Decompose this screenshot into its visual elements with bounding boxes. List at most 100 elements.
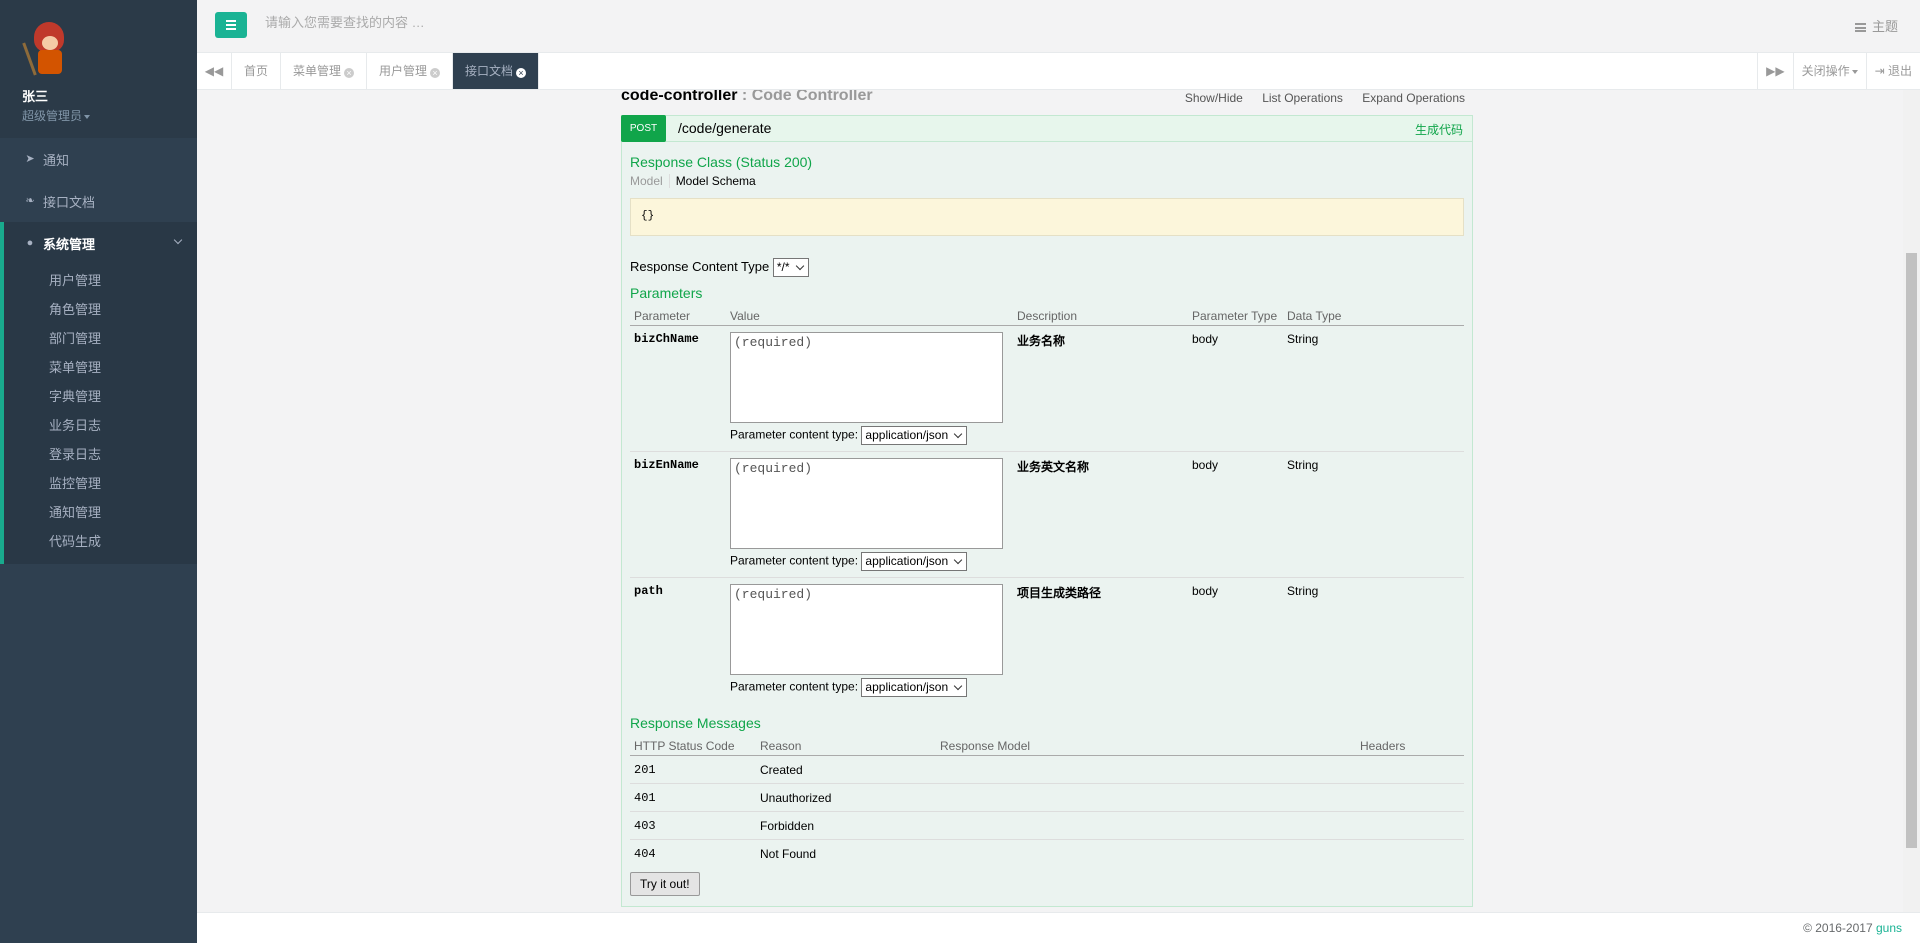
tab-label: 首页 bbox=[244, 64, 269, 78]
param-content-type: Parameter content type: application/json bbox=[730, 678, 1009, 697]
col-reason: Reason bbox=[756, 735, 936, 756]
param-content-type: Parameter content type: application/json bbox=[730, 552, 1009, 571]
sidebar-subitem-monitor[interactable]: 监控管理 bbox=[4, 469, 197, 498]
param-content-type-select[interactable]: application/json bbox=[861, 426, 968, 445]
brand-link[interactable]: guns bbox=[1876, 921, 1902, 935]
theme-button[interactable]: 主题 bbox=[1854, 16, 1898, 35]
sidebar-subitem-codegen[interactable]: 代码生成 bbox=[4, 527, 197, 556]
tab-api-docs[interactable]: 接口文档 × bbox=[453, 53, 540, 89]
param-content-type-label: Parameter content type: bbox=[730, 553, 859, 568]
response-class-title: Response Class (Status 200) bbox=[630, 154, 813, 170]
tab-menu-management[interactable]: 菜单管理 × bbox=[281, 53, 368, 89]
tab-label: 菜单管理 bbox=[293, 64, 342, 78]
param-value-input[interactable] bbox=[730, 458, 1003, 549]
close-operations-dropdown[interactable]: 关闭操作 bbox=[1792, 53, 1866, 89]
sidebar-nav: ➤ 通知 ❧ 接口文档 ● 系统管理 用户管理 角色管理 部门管理 菜单管理 字… bbox=[0, 138, 197, 564]
vertical-scrollbar[interactable] bbox=[1903, 90, 1920, 912]
status-code: 403 bbox=[630, 811, 756, 840]
sidebar-item-system-management[interactable]: ● 系统管理 bbox=[0, 222, 197, 264]
close-icon[interactable]: × bbox=[516, 68, 527, 78]
col-parameter-type: Parameter Type bbox=[1188, 305, 1283, 326]
operation-header[interactable]: POST /code/generate 生成代码 bbox=[621, 115, 1472, 142]
param-content-type-label: Parameter content type: bbox=[730, 679, 859, 694]
sidebar-subitem-login-log[interactable]: 登录日志 bbox=[4, 440, 197, 469]
leaf-icon: ❧ bbox=[25, 195, 35, 207]
table-row: path Parameter content type: application… bbox=[630, 578, 1464, 704]
tab-model[interactable]: Model bbox=[630, 174, 670, 188]
sidebar-subitem-dept[interactable]: 部门管理 bbox=[4, 324, 197, 353]
tab-model-schema[interactable]: Model Schema bbox=[670, 174, 756, 188]
controller-description: Code Controller bbox=[751, 90, 873, 104]
param-description: 业务名称 bbox=[1013, 325, 1188, 452]
response-content-type-select[interactable]: */* bbox=[772, 258, 809, 277]
param-type: body bbox=[1188, 451, 1283, 578]
param-name: bizEnName bbox=[630, 451, 726, 578]
controller-links: Show/Hide List Operations Expand Operati… bbox=[1169, 91, 1465, 105]
close-icon[interactable]: × bbox=[430, 68, 441, 78]
profile-role-label: 超级管理员 bbox=[22, 109, 83, 123]
param-data-type: String bbox=[1283, 325, 1464, 452]
param-content-type-select[interactable]: application/json bbox=[861, 552, 968, 571]
table-row: 201 Created bbox=[630, 755, 1464, 784]
paper-plane-icon: ➤ bbox=[25, 153, 35, 165]
model-schema-box[interactable]: {} bbox=[630, 198, 1464, 236]
col-parameter: Parameter bbox=[630, 305, 726, 326]
sidebar-subitem-dict[interactable]: 字典管理 bbox=[4, 382, 197, 411]
user-icon: ● bbox=[26, 237, 34, 249]
show-hide-link[interactable]: Show/Hide bbox=[1185, 91, 1243, 105]
col-headers: Headers bbox=[1356, 735, 1464, 756]
col-response-model: Response Model bbox=[936, 735, 1356, 756]
param-content-type-select[interactable]: application/json bbox=[861, 678, 968, 697]
sidebar-subitem-biz-log[interactable]: 业务日志 bbox=[4, 411, 197, 440]
close-icon[interactable]: × bbox=[344, 68, 355, 78]
controller-header: code-controller : Code Controller Show/H… bbox=[621, 90, 1473, 115]
swagger-panel: code-controller : Code Controller Show/H… bbox=[621, 90, 1473, 907]
sidebar-item-api-docs[interactable]: ❧ 接口文档 bbox=[0, 180, 197, 222]
operation-path[interactable]: /code/generate bbox=[678, 120, 771, 136]
param-data-type: String bbox=[1287, 584, 1319, 598]
tab-home[interactable]: 首页 bbox=[232, 53, 282, 89]
operation-body: Response Class (Status 200) Model Model S… bbox=[622, 142, 1472, 906]
tab-label: 用户管理 bbox=[379, 64, 428, 78]
param-value-input[interactable] bbox=[730, 332, 1003, 423]
expand-operations-link[interactable]: Expand Operations bbox=[1362, 91, 1465, 105]
logout-button[interactable]: ⇥ 退出 bbox=[1865, 53, 1920, 89]
try-it-out-button[interactable]: Try it out! bbox=[630, 871, 700, 896]
response-messages-title: Response Messages bbox=[630, 715, 761, 731]
status-code: 401 bbox=[630, 783, 756, 812]
status-code: 404 bbox=[634, 846, 656, 861]
tabs-scroll-right-button[interactable]: ▶▶ bbox=[1757, 53, 1792, 89]
sidebar-subitem-role[interactable]: 角色管理 bbox=[4, 295, 197, 324]
sidebar: 张三 超级管理员 ➤ 通知 ❧ 接口文档 ● 系统管理 用户管理 角色管理 部门… bbox=[0, 0, 197, 943]
page-tabs-bar: ◀◀ 首页 菜单管理 × 用户管理 × 接口文档 × ▶▶ 关闭操作 ⇥ 退出 bbox=[197, 53, 1920, 90]
sidebar-item-label: 通知 bbox=[43, 152, 70, 168]
tabs-scroll-left-button[interactable]: ◀◀ bbox=[197, 53, 232, 89]
scrollbar-thumb[interactable] bbox=[1906, 253, 1917, 848]
controller-separator: : bbox=[737, 90, 752, 104]
search-input[interactable] bbox=[265, 15, 565, 30]
close-operations-label: 关闭操作 bbox=[1801, 64, 1850, 78]
param-value-input[interactable] bbox=[730, 584, 1003, 675]
list-operations-link[interactable]: List Operations bbox=[1262, 91, 1343, 105]
profile-name: 张三 bbox=[22, 89, 49, 104]
sidebar-subitem-user[interactable]: 用户管理 bbox=[4, 266, 197, 295]
controller-title[interactable]: code-controller : Code Controller bbox=[621, 90, 873, 105]
sign-out-icon: ⇥ bbox=[1874, 64, 1885, 78]
param-content-type-label: Parameter content type: bbox=[730, 427, 859, 442]
param-data-type: String bbox=[1283, 451, 1464, 578]
avatar[interactable] bbox=[22, 22, 72, 78]
double-chevron-left-icon: ◀◀ bbox=[204, 64, 224, 78]
model-tabs: Model Model Schema bbox=[630, 174, 1464, 188]
tab-user-management[interactable]: 用户管理 × bbox=[367, 53, 454, 89]
caret-down-icon bbox=[84, 114, 91, 119]
sidebar-subitem-notice-mgmt[interactable]: 通知管理 bbox=[4, 498, 197, 527]
profile-role-dropdown[interactable]: 超级管理员 bbox=[22, 107, 197, 124]
logout-label: 退出 bbox=[1887, 64, 1912, 78]
operation-summary[interactable]: 生成代码 bbox=[1415, 121, 1463, 138]
response-content-type: Response Content Type */* bbox=[630, 258, 1464, 277]
http-method-badge[interactable]: POST bbox=[621, 115, 666, 142]
sidebar-subitem-menu[interactable]: 菜单管理 bbox=[4, 353, 197, 382]
menu-toggle-button[interactable] bbox=[215, 12, 247, 38]
param-description: 项目生成类路径 bbox=[1017, 586, 1102, 600]
sidebar-item-notice[interactable]: ➤ 通知 bbox=[0, 138, 197, 180]
